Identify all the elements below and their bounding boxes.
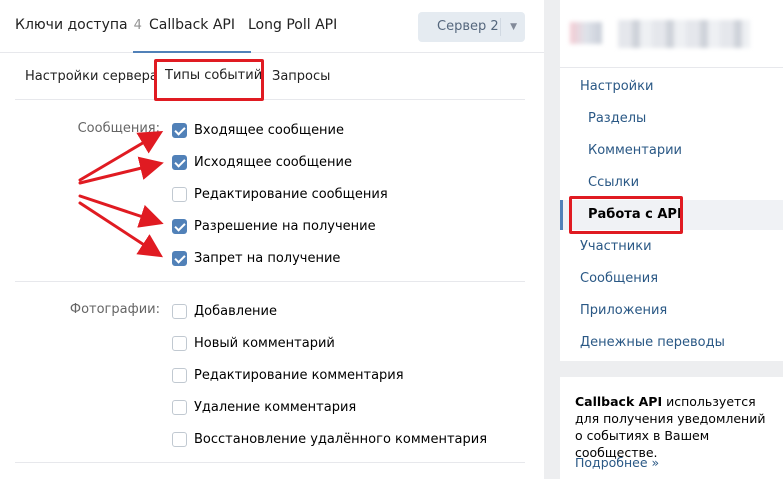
sidebar-item-sections[interactable]: Разделы [588,111,646,126]
checkbox-label: Удаление комментария [194,399,357,415]
checkbox-unchecked-icon[interactable] [172,367,187,383]
info-text: Callback API используется для получения … [575,393,775,461]
checkbox-label: Добавление [194,303,278,319]
sidebar-item-links[interactable]: Ссылки [588,175,639,190]
checkbox-message-edit[interactable]: Редактирование сообщения [172,184,388,204]
community-name-blurred[interactable] [618,20,750,48]
server-select[interactable]: Сервер 2 ▼ [418,12,525,42]
checkbox-label: Запрет на получение [194,250,341,266]
checkbox-label: Восстановление удалённого комментария [194,431,488,447]
checkbox-unchecked-icon[interactable] [172,431,187,447]
chevron-down-icon: ▼ [510,22,517,32]
checkbox-incoming-message[interactable]: Входящее сообщение [172,120,344,140]
checkbox-label: Новый комментарий [194,335,335,351]
arrow-to-deny [78,201,164,258]
sub-tabs: Настройки сервера Типы событий Запросы [15,54,525,100]
checkbox-label: Разрешение на получение [194,218,376,234]
active-item-indicator [560,200,563,230]
checkbox-label: Исходящее сообщение [194,154,352,170]
checkbox-checked-icon[interactable] [172,154,187,170]
tab-long-poll-api[interactable]: Long Poll API [248,0,337,53]
sidebar-item-messages[interactable]: Сообщения [580,271,658,286]
server-select-value: Сервер 2 [437,19,499,34]
section-label-photos: Фотографии: [69,302,160,317]
arrow-to-outgoing [78,156,164,185]
checkbox-label: Входящее сообщение [194,122,345,138]
section-divider [15,281,525,282]
checkbox-message-deny[interactable]: Запрет на получение [172,248,340,268]
top-tabs: Ключи доступа 4 Callback API Long Poll AP… [0,0,544,53]
arrow-to-incoming [78,130,164,182]
community-header [560,0,783,67]
info-block: Callback API используется для получения … [560,377,783,479]
sidebar-item-apps[interactable]: Приложения [580,303,667,318]
checkbox-checked-icon[interactable] [172,250,187,266]
sidebar-item-comments[interactable]: Комментарии [588,143,682,158]
more-link[interactable]: Подробнее » [575,455,659,470]
checkbox-checked-icon[interactable] [172,122,187,138]
checkbox-photo-new[interactable]: Добавление [172,301,277,321]
checkbox-label: Редактирование комментария [194,367,404,383]
sidebar-item-api[interactable]: Работа с API [588,207,682,222]
checkbox-checked-icon[interactable] [172,218,187,234]
checkbox-unchecked-icon[interactable] [172,399,187,415]
subtab-server-settings[interactable]: Настройки сервера [25,54,158,100]
checkbox-photo-comment-edit[interactable]: Редактирование комментария [172,365,404,385]
section-label-messages: Сообщения: [77,121,160,136]
checkbox-label: Редактирование сообщения [194,186,388,202]
checkbox-unchecked-icon[interactable] [172,303,187,319]
info-bold: Callback API [575,394,663,409]
tab-access-keys-label: Ключи доступа [15,17,128,33]
checkbox-message-allow[interactable]: Разрешение на получение [172,216,376,236]
checkbox-photo-comment-new[interactable]: Новый комментарий [172,333,335,353]
subtab-event-types[interactable]: Типы событий [165,54,263,100]
side-menu: Настройки Разделы Комментарии Ссылки Раб… [560,67,783,361]
subtab-requests[interactable]: Запросы [272,54,330,100]
sidebar-item-members[interactable]: Участники [580,239,652,254]
tab-long-poll-api-label: Long Poll API [248,17,338,33]
checkbox-unchecked-icon[interactable] [172,186,187,202]
checkbox-unchecked-icon[interactable] [172,335,187,351]
avatar[interactable] [570,22,602,44]
tab-access-keys[interactable]: Ключи доступа 4 [15,0,142,53]
tab-callback-api[interactable]: Callback API [133,0,252,53]
section-divider [15,462,525,463]
sidebar-item-settings[interactable]: Настройки [580,79,653,94]
arrow-to-allow [78,194,164,228]
checkbox-photo-comment-restore[interactable]: Восстановление удалённого комментария [172,429,487,449]
main-panel: Ключи доступа 4 Callback API Long Poll AP… [0,0,544,479]
sidebar-item-money-transfers[interactable]: Денежные переводы [580,335,725,350]
server-select-separator [500,18,501,36]
checkbox-outgoing-message[interactable]: Исходящее сообщение [172,152,352,172]
tab-callback-api-label: Callback API [149,17,236,33]
checkbox-photo-comment-delete[interactable]: Удаление комментария [172,397,356,417]
